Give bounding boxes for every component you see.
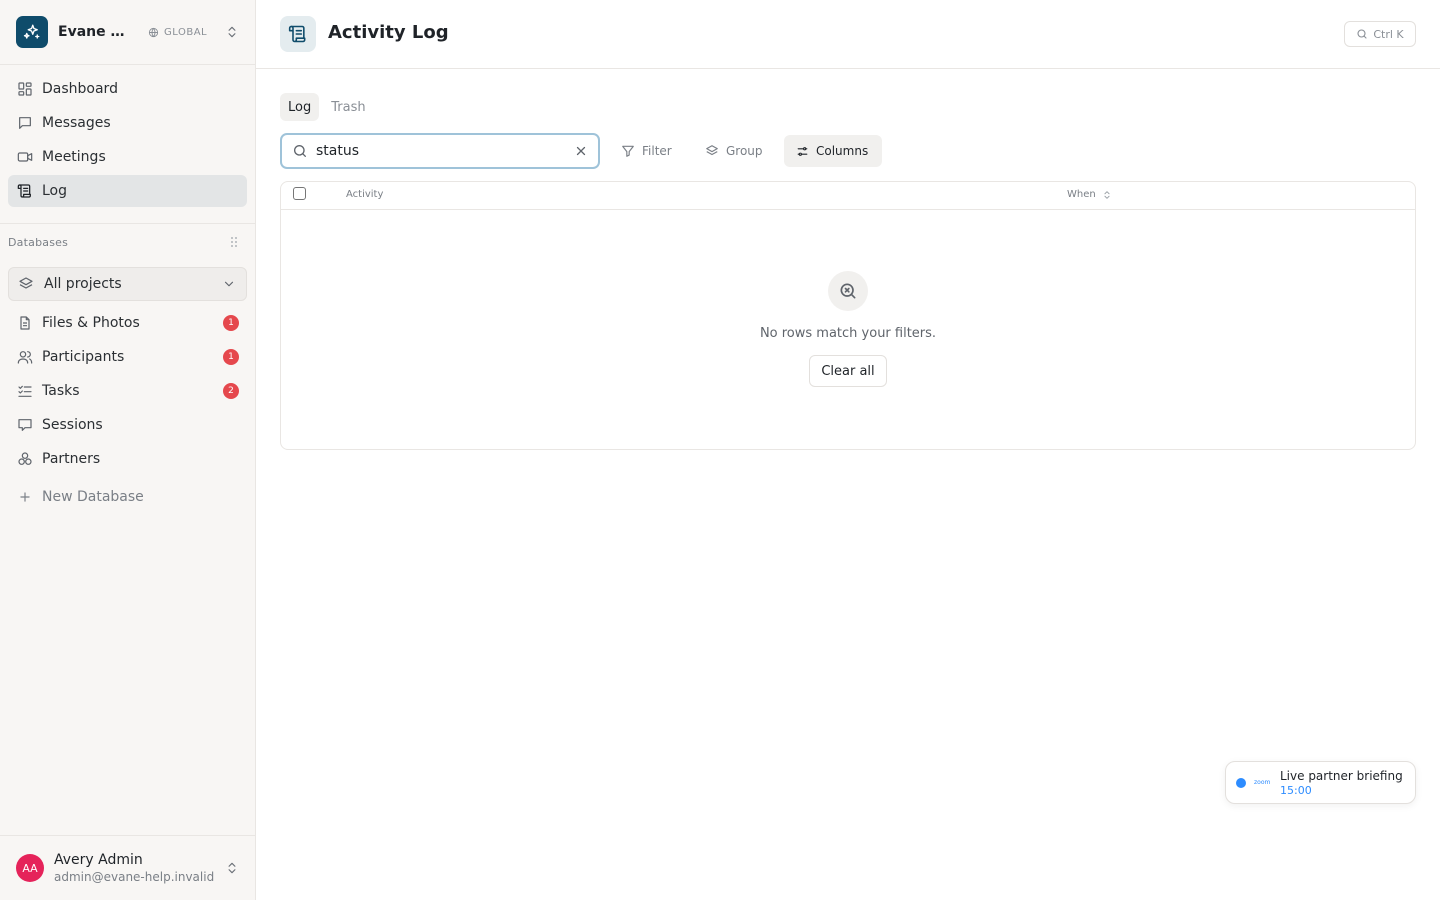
- user-email: admin@evane-help.invalid: [54, 870, 215, 884]
- search-field[interactable]: [280, 133, 600, 169]
- db-item-label: Participants: [42, 349, 125, 365]
- tab-trash[interactable]: Trash: [323, 93, 373, 121]
- globe-icon: [148, 27, 159, 37]
- column-label: Activity: [346, 189, 384, 200]
- nav-label: Log: [42, 183, 68, 199]
- count-badge: 1: [223, 315, 239, 331]
- search-x-icon: [828, 271, 868, 311]
- db-item-label: Partners: [42, 451, 101, 467]
- tab-log[interactable]: Log: [280, 93, 320, 121]
- clear-search-icon[interactable]: [574, 144, 588, 158]
- nav-dashboard[interactable]: Dashboard: [8, 73, 247, 105]
- user-name: Avery Admin: [54, 852, 143, 868]
- chevron-down-icon: [222, 277, 236, 291]
- clear-all-button[interactable]: Clear all: [809, 355, 887, 387]
- column-header-when[interactable]: When: [1067, 189, 1112, 200]
- page-title: Activity Log: [328, 22, 449, 43]
- project-select-label: All projects: [44, 276, 122, 292]
- drag-handle-icon[interactable]: [229, 236, 239, 248]
- count-badge: 1: [223, 349, 239, 365]
- workspace-logo-icon: [16, 16, 48, 48]
- log-icon: [16, 183, 34, 199]
- columns-label: Columns: [816, 144, 869, 158]
- db-item-label: Tasks: [42, 383, 80, 399]
- sliders-icon: [797, 146, 808, 156]
- db-item-label: Files & Photos: [42, 315, 140, 331]
- project-select[interactable]: All projects: [8, 267, 247, 301]
- avatar: AA: [16, 854, 44, 882]
- partners-icon: [16, 451, 34, 467]
- meeting-title: Live partner briefing: [1280, 768, 1403, 783]
- zoom-label: zoom: [1254, 779, 1271, 786]
- new-database-button[interactable]: New Database: [8, 481, 247, 513]
- meeting-notification[interactable]: zoom Live partner briefing 15:00: [1225, 761, 1416, 804]
- group-label: Group: [726, 144, 763, 158]
- view-tabs: Log Trash: [280, 93, 374, 121]
- search-icon: [1357, 29, 1367, 39]
- command-search-button[interactable]: Ctrl K: [1344, 21, 1416, 47]
- workspace-scope-label: GLOBAL: [164, 26, 208, 38]
- checklist-icon: [16, 383, 34, 399]
- db-item-label: Sessions: [42, 417, 103, 433]
- dashboard-icon: [16, 81, 34, 97]
- columns-button[interactable]: Columns: [784, 135, 882, 167]
- nav-log[interactable]: Log: [8, 175, 247, 207]
- users-icon: [16, 349, 34, 365]
- db-item-participants[interactable]: Participants 1: [8, 341, 247, 373]
- activity-table: Activity When No rows match your filters…: [280, 181, 1416, 450]
- zoom-icon: [1236, 777, 1246, 788]
- nav-messages[interactable]: Messages: [8, 107, 247, 139]
- video-icon: [16, 149, 34, 165]
- sidebar: Evane Help Center GLOBAL Dashboard Messa…: [0, 0, 256, 900]
- nav-label: Messages: [42, 115, 111, 131]
- nav-meetings[interactable]: Meetings: [8, 141, 247, 173]
- column-label: When: [1067, 189, 1096, 200]
- file-icon: [16, 315, 34, 331]
- layers-icon: [18, 276, 34, 292]
- chevron-up-down-icon[interactable]: [225, 861, 239, 875]
- meeting-time: 15:00: [1280, 783, 1312, 797]
- column-header-activity[interactable]: Activity: [346, 189, 383, 200]
- search-input[interactable]: [316, 143, 566, 159]
- table-header: Activity When: [281, 182, 1415, 210]
- message-icon: [16, 115, 34, 131]
- page-header: Activity Log Ctrl K: [256, 0, 1440, 69]
- layers-icon: [706, 145, 718, 156]
- plus-icon: [16, 490, 34, 504]
- log-icon: [280, 16, 316, 52]
- db-item-tasks[interactable]: Tasks 2: [8, 375, 247, 407]
- filter-label: Filter: [642, 144, 672, 158]
- select-all-checkbox[interactable]: [293, 187, 306, 200]
- empty-state-message: No rows match your filters.: [759, 326, 937, 341]
- chevron-up-down-icon[interactable]: [225, 25, 239, 39]
- workspace-name: Evane Help Center: [58, 24, 136, 40]
- user-menu[interactable]: AA Avery Admin admin@evane-help.invalid: [0, 835, 255, 900]
- count-badge: 2: [223, 383, 239, 399]
- workspace-scope: GLOBAL: [148, 27, 207, 38]
- new-database-label: New Database: [42, 489, 144, 505]
- databases-heading: Databases: [8, 236, 69, 249]
- shortcut-label: Ctrl K: [1373, 27, 1404, 41]
- db-item-partners[interactable]: Partners: [8, 443, 247, 475]
- nav-label: Dashboard: [42, 81, 118, 97]
- presentation-icon: [16, 417, 34, 433]
- db-item-sessions[interactable]: Sessions: [8, 409, 247, 441]
- filter-button[interactable]: Filter: [609, 135, 684, 167]
- sidebar-divider: [0, 223, 255, 224]
- search-icon: [294, 145, 306, 157]
- sort-icon: [1104, 190, 1110, 199]
- db-item-files-photos[interactable]: Files & Photos 1: [8, 307, 247, 339]
- filter-icon: [622, 145, 634, 157]
- nav-label: Meetings: [42, 149, 106, 165]
- group-button[interactable]: Group: [693, 135, 775, 167]
- workspace-switcher[interactable]: Evane Help Center GLOBAL: [0, 0, 255, 65]
